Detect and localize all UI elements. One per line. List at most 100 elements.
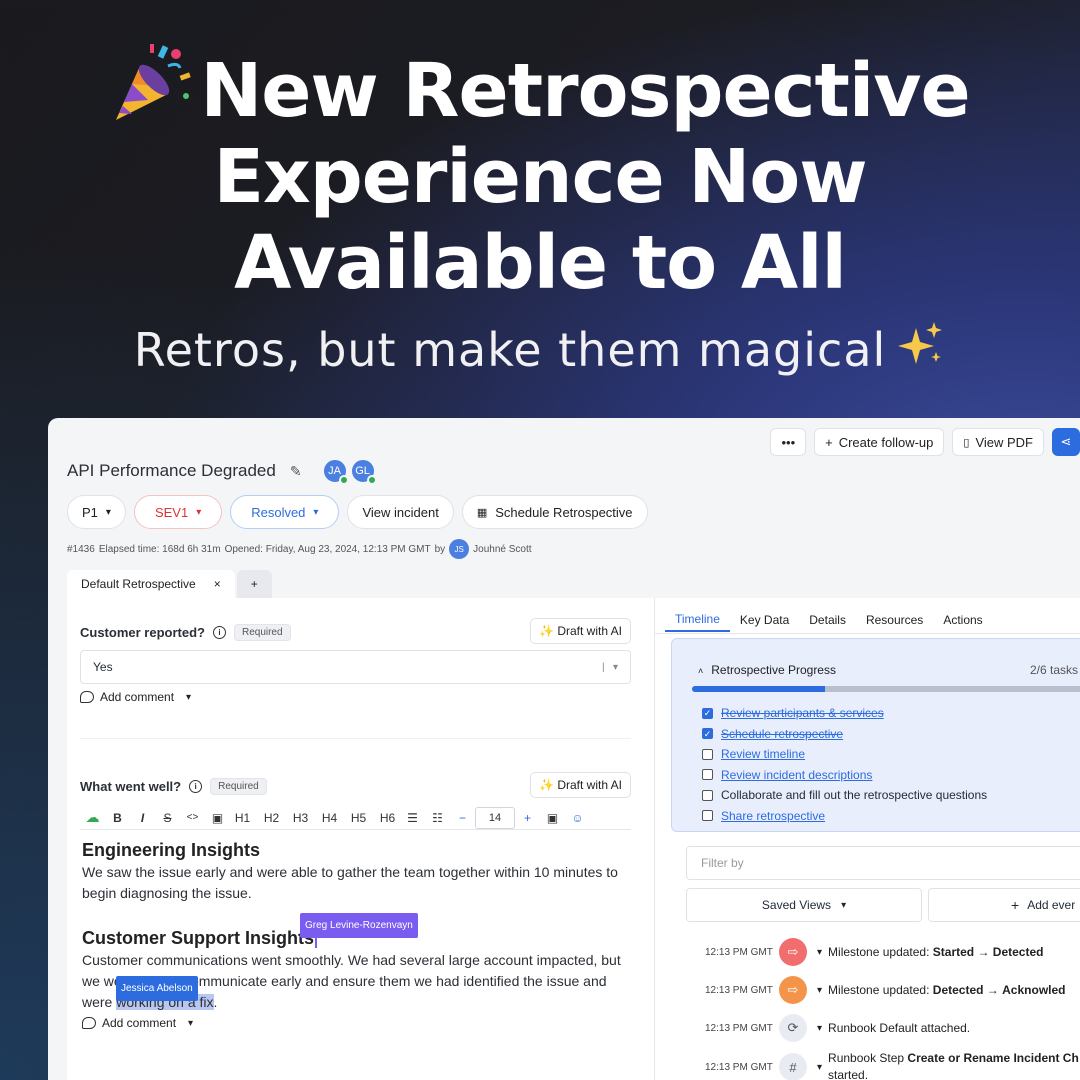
severity-select[interactable]: SEV1 ▾ [133, 495, 223, 529]
tab-resources[interactable]: Resources [856, 608, 933, 632]
create-follow-up-button[interactable]: + Create follow-up [814, 428, 945, 456]
h6-button[interactable]: H6 [375, 807, 400, 829]
font-size-increase-button[interactable]: + [515, 807, 540, 829]
event-time: 12:13 PM GMT [705, 1061, 773, 1073]
code-block-button[interactable]: ▣ [205, 807, 230, 829]
task-label[interactable]: Review incident descriptions [721, 765, 872, 786]
checkbox-icon[interactable] [702, 789, 713, 801]
view-pdf-button[interactable]: ▯ View PDF [952, 428, 1044, 456]
status-select[interactable]: Resolved ▾ [230, 495, 340, 529]
chevron-down-icon[interactable]: ▾ [817, 1023, 822, 1034]
runbook-icon: ⟳ [779, 1014, 807, 1042]
tab-timeline[interactable]: Timeline [665, 608, 730, 632]
image-icon[interactable]: ▣ [540, 807, 565, 829]
font-size-input[interactable]: 14 [475, 806, 515, 829]
view-incident-button[interactable]: View incident [347, 495, 454, 529]
filter-input[interactable]: Filter by [686, 846, 1080, 880]
progress-header[interactable]: ˄ Retrospective Progress 2/6 tasks [698, 663, 1078, 677]
share-icon: ⋖ [1060, 434, 1072, 449]
italic-button[interactable]: I [130, 807, 155, 829]
draft-with-ai-button[interactable]: ✨ Draft with AI [530, 772, 631, 798]
task-label[interactable]: Review participants & services [721, 703, 884, 724]
info-icon[interactable]: i [189, 780, 203, 793]
question-label: What went well? [80, 779, 182, 794]
hero-subtitle: Retros, but make them magical [0, 320, 1080, 377]
add-comment-button[interactable]: Add comment ▾ [82, 1016, 193, 1030]
edit-pencil-icon[interactable]: ✎ [290, 463, 302, 480]
retrospective-progress-card: ˄ Retrospective Progress 2/6 tasks ✓ Revie… [671, 638, 1080, 832]
chevron-down-icon[interactable]: ▾ [817, 985, 822, 996]
tab-details[interactable]: Details [799, 608, 856, 632]
event-text: Runbook Default attached. [828, 1021, 970, 1035]
avatar[interactable]: JA [321, 458, 349, 485]
create-follow-up-label: Create follow-up [838, 434, 934, 450]
progress-bar [692, 686, 1080, 692]
bullet-list-button[interactable]: ☰ [400, 807, 425, 829]
tab-default-retrospective[interactable]: Default Retrospective × [67, 570, 235, 598]
task-item: Collaborate and fill out the retrospecti… [702, 785, 987, 806]
chevron-down-icon: ▾ [186, 691, 192, 703]
timeline-event[interactable]: 12:13 PM GMT ⇨ ▾ Milestone updated: Detecte… [705, 976, 1066, 1004]
bold-button[interactable]: B [105, 807, 130, 829]
h5-button[interactable]: H5 [346, 807, 371, 829]
close-icon[interactable]: × [214, 577, 221, 591]
question-customer-reported: Customer reported? i Required ✨ Draft wit… [80, 618, 631, 646]
share-button[interactable]: ⋖ [1052, 428, 1080, 456]
task-item: Share retrospective [702, 806, 987, 827]
add-tab-button[interactable]: + [236, 570, 272, 598]
timeline-event[interactable]: 12:13 PM GMT # ▾ Runbook Step Create or Ren… [705, 1050, 1079, 1080]
draft-with-ai-button[interactable]: ✨ Draft with AI [530, 618, 631, 644]
checkbox-icon[interactable] [702, 769, 713, 781]
task-label[interactable]: Review timeline [721, 744, 805, 765]
elapsed-time: Elapsed time: 168d 6h 31m [98, 543, 221, 555]
sparkles-icon: ✨ [539, 778, 555, 792]
event-text-part: Runbook Default attached. [828, 1021, 971, 1035]
editor-toolbar: ☁ B I S <> ▣ H1 H2 H3 H4 H5 H6 ☰ ☷ − 14 … [80, 806, 631, 830]
strikethrough-button[interactable]: S [155, 807, 180, 829]
customer-reported-select[interactable]: Yes | ▾ [80, 650, 631, 684]
timeline-event[interactable]: 12:13 PM GMT ⇨ ▾ Milestone updated: Started… [705, 938, 1043, 966]
font-size-decrease-button[interactable]: − [450, 807, 475, 829]
tab-label: Default Retrospective [81, 577, 196, 591]
emoji-icon[interactable]: ☺ [565, 807, 590, 829]
chevron-down-icon[interactable]: ▾ [817, 1062, 822, 1073]
chevron-up-icon: ˄ [698, 666, 704, 676]
task-label[interactable]: Schedule retrospective [721, 724, 843, 745]
h1-button[interactable]: H1 [230, 807, 255, 829]
h4-button[interactable]: H4 [317, 807, 342, 829]
add-event-button[interactable]: + Add ever [928, 888, 1080, 922]
priority-select[interactable]: P1 ▾ [67, 495, 126, 529]
chevron-down-icon[interactable]: ▾ [817, 947, 822, 958]
event-text-part: Milestone updated: [828, 983, 933, 997]
numbered-list-button[interactable]: ☷ [425, 807, 450, 829]
progress-bar-fill [692, 686, 826, 692]
sparkles-icon: ✨ [539, 624, 555, 638]
more-actions-button[interactable]: ••• [770, 428, 807, 456]
info-icon[interactable]: i [212, 626, 226, 639]
checked-checkbox-icon[interactable]: ✓ [702, 707, 713, 719]
task-label[interactable]: Share retrospective [721, 806, 825, 827]
schedule-retrospective-button[interactable]: ▦ Schedule Retrospective [461, 495, 648, 529]
add-comment-button[interactable]: Add comment ▾ [80, 690, 191, 704]
timeline-event[interactable]: 12:13 PM GMT ⟳ ▾ Runbook Default attached. [705, 1014, 970, 1042]
event-text: Milestone updated: Detected → Acknowled [828, 983, 1065, 997]
event-time: 12:13 PM GMT [705, 946, 773, 958]
h2-button[interactable]: H2 [259, 807, 284, 829]
comment-icon [80, 691, 94, 703]
tab-actions[interactable]: Actions [933, 608, 992, 632]
document-icon: ▯ [963, 436, 970, 449]
checkbox-icon[interactable] [702, 748, 713, 760]
owner-name[interactable]: Jouhné Scott [473, 544, 531, 555]
cloud-saved-icon: ☁ [85, 809, 100, 825]
checked-checkbox-icon[interactable]: ✓ [702, 728, 713, 740]
tab-key-data[interactable]: Key Data [730, 608, 799, 632]
checkbox-icon[interactable] [702, 810, 713, 822]
avatar[interactable]: JS [449, 539, 470, 559]
saved-views-dropdown[interactable]: Saved Views ▾ [686, 888, 922, 922]
task-item: ✓ Schedule retrospective [702, 724, 987, 745]
code-button[interactable]: <> [180, 807, 205, 829]
h3-button[interactable]: H3 [288, 807, 313, 829]
rich-text-editor[interactable]: Engineering Insights We saw the issue ea… [82, 838, 627, 1013]
avatar[interactable]: GL [349, 458, 377, 485]
slack-icon: # [779, 1053, 807, 1080]
